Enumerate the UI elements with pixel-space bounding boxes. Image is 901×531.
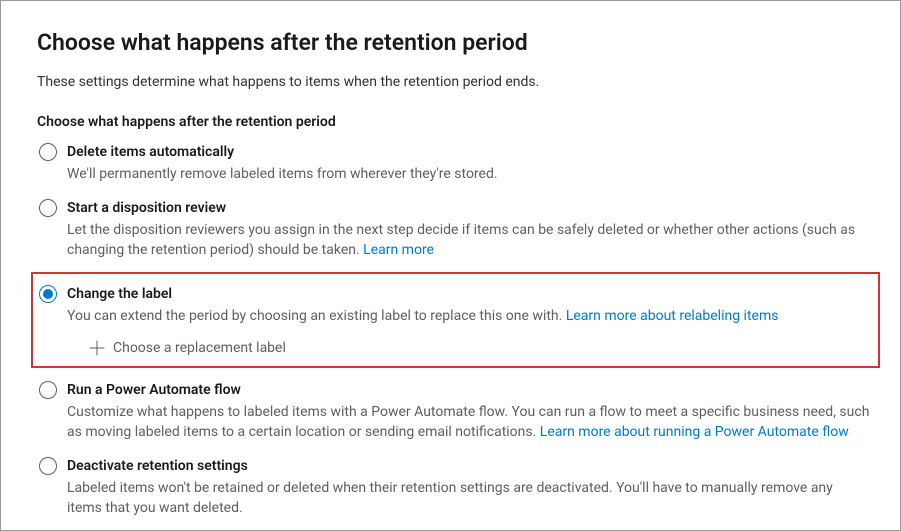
- learn-more-relabeling-link[interactable]: Learn more about relabeling items: [566, 308, 779, 324]
- radio-power-automate[interactable]: [39, 381, 57, 399]
- option-desc: We'll permanently remove labeled items f…: [67, 164, 870, 184]
- radio-delete-automatically[interactable]: [39, 143, 57, 161]
- retention-period-panel: Choose what happens after the retention …: [0, 0, 901, 531]
- radio-disposition-review[interactable]: [39, 199, 57, 217]
- plus-icon: [89, 340, 105, 356]
- option-title: Delete items automatically: [67, 142, 870, 162]
- option-title: Run a Power Automate flow: [67, 380, 870, 400]
- choose-replacement-label: Choose a replacement label: [113, 340, 286, 356]
- option-desc: Customize what happens to labeled items …: [67, 402, 870, 442]
- choose-replacement-button[interactable]: Choose a replacement label: [89, 340, 870, 356]
- page-title: Choose what happens after the retention …: [37, 29, 870, 56]
- option-body: Deactivate retention settings Labeled it…: [67, 456, 870, 518]
- option-title: Deactivate retention settings: [67, 456, 870, 476]
- learn-more-power-automate-link[interactable]: Learn more about running a Power Automat…: [540, 424, 849, 440]
- section-label: Choose what happens after the retention …: [37, 114, 870, 130]
- option-desc: You can extend the period by choosing an…: [67, 306, 870, 326]
- option-desc: Let the disposition reviewers you assign…: [67, 220, 870, 260]
- option-change-label[interactable]: Change the label You can extend the peri…: [31, 272, 880, 368]
- option-desc-text: You can extend the period by choosing an…: [67, 308, 566, 324]
- radio-change-label[interactable]: [39, 285, 57, 303]
- option-deactivate[interactable]: Deactivate retention settings Labeled it…: [37, 456, 870, 518]
- option-disposition-review[interactable]: Start a disposition review Let the dispo…: [37, 198, 870, 260]
- learn-more-disposition-link[interactable]: Learn more: [363, 242, 434, 258]
- option-delete-automatically[interactable]: Delete items automatically We'll permane…: [37, 142, 870, 184]
- option-title: Start a disposition review: [67, 198, 870, 218]
- option-desc-text: Let the disposition reviewers you assign…: [67, 222, 855, 258]
- radio-deactivate[interactable]: [39, 457, 57, 475]
- option-body: Run a Power Automate flow Customize what…: [67, 380, 870, 442]
- option-body: Start a disposition review Let the dispo…: [67, 198, 870, 260]
- option-power-automate[interactable]: Run a Power Automate flow Customize what…: [37, 380, 870, 442]
- option-body: Change the label You can extend the peri…: [67, 284, 870, 356]
- option-title: Change the label: [67, 284, 870, 304]
- option-body: Delete items automatically We'll permane…: [67, 142, 870, 184]
- page-subtitle: These settings determine what happens to…: [37, 74, 870, 90]
- option-desc: Labeled items won't be retained or delet…: [67, 478, 870, 518]
